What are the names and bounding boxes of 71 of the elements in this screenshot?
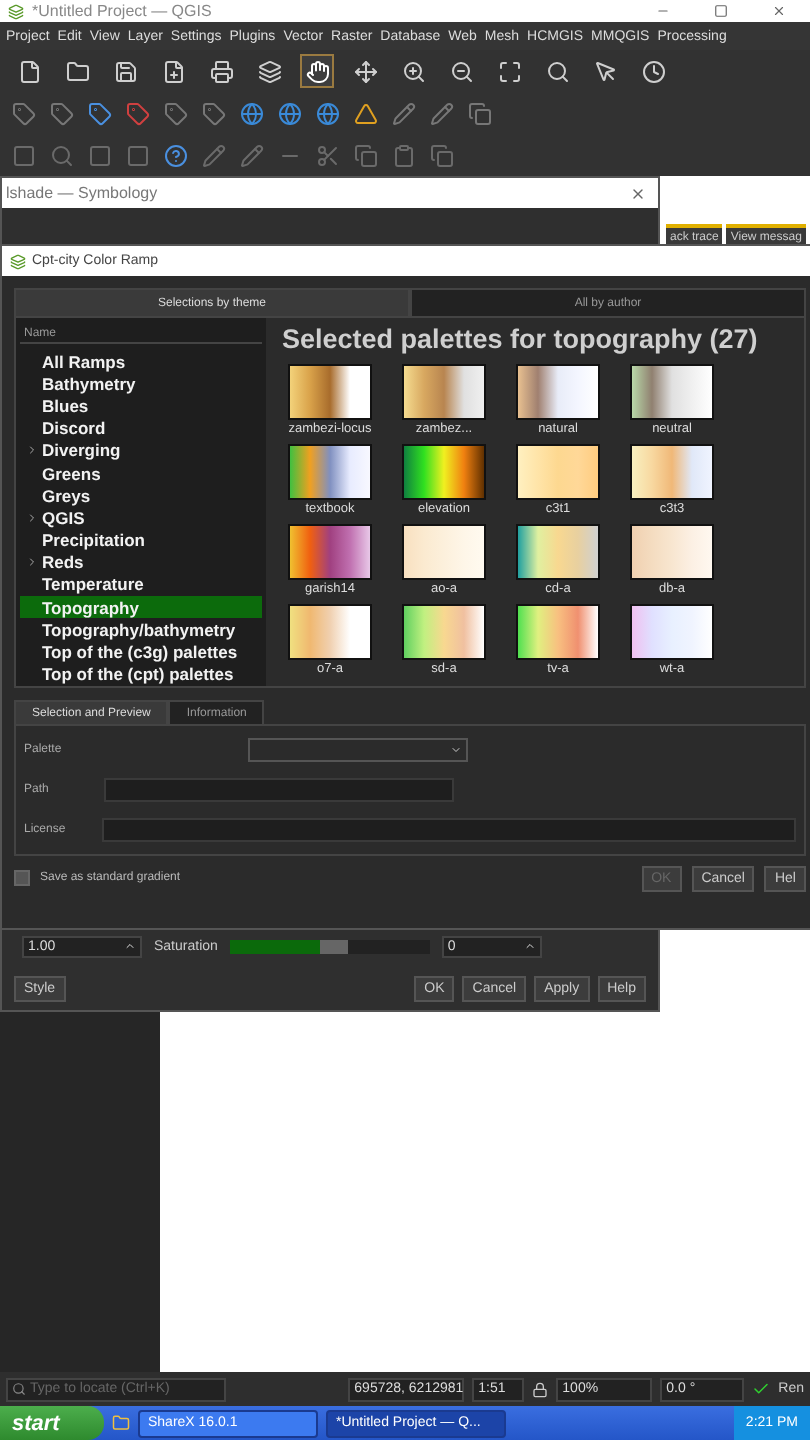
triangle-icon[interactable] (354, 101, 378, 125)
lock-icon[interactable] (532, 1381, 549, 1397)
close-icon[interactable] (772, 4, 786, 18)
pencil-icon[interactable] (202, 143, 226, 167)
document-icon (17, 59, 41, 83)
copy-icon[interactable] (430, 143, 454, 167)
label-icon[interactable] (12, 101, 36, 125)
folder-icon[interactable] (112, 1414, 130, 1432)
square-icon[interactable] (126, 143, 150, 167)
input-field[interactable] (101, 818, 796, 842)
saturation-slider[interactable] (229, 939, 430, 953)
search-icon (545, 59, 569, 83)
layers-icon (257, 59, 281, 83)
pencil-icon[interactable] (240, 143, 264, 167)
hand-icon (305, 59, 329, 83)
tree-item[interactable]: Blues (20, 394, 262, 418)
zoom-out-icon (449, 59, 473, 83)
tree-item[interactable]: Greens (20, 461, 262, 485)
tree-item[interactable]: Discord (20, 417, 262, 440)
tool-button[interactable] (300, 54, 334, 88)
expand-icon (497, 59, 521, 83)
tree-item[interactable]: Topography (20, 596, 262, 619)
label-icon[interactable] (202, 101, 226, 125)
window-title: *Untitled Project — QGIS (32, 2, 214, 20)
square-icon[interactable] (12, 143, 36, 167)
move-icon (353, 59, 377, 83)
qgis-icon (8, 3, 24, 19)
tree-item[interactable]: Reds (20, 551, 262, 574)
scissors-icon[interactable] (316, 143, 340, 167)
tree-item[interactable]: Top of the (cpt) palettes (20, 663, 262, 686)
new-file-icon (161, 59, 185, 83)
tree-item[interactable]: Topography/bathymetry (20, 618, 262, 641)
printer-icon (209, 59, 233, 83)
qgis-icon (10, 253, 26, 269)
maximize-icon[interactable] (714, 4, 728, 18)
close-icon[interactable] (630, 185, 646, 201)
search-icon[interactable] (50, 143, 74, 167)
input-field[interactable] (104, 778, 454, 802)
tree-item[interactable]: Bathymetry (20, 372, 262, 395)
pencil-icon[interactable] (430, 101, 454, 125)
globe-icon[interactable] (240, 101, 264, 125)
clipboard-icon[interactable] (392, 143, 416, 167)
tree-item[interactable]: Temperature (20, 573, 262, 597)
checkbox[interactable] (14, 870, 30, 886)
globe-icon[interactable] (278, 101, 302, 125)
copy-icon[interactable] (354, 143, 378, 167)
start-button[interactable]: start (0, 1406, 104, 1440)
tree-item[interactable]: Greys (20, 484, 262, 507)
label-icon[interactable] (126, 101, 150, 125)
palettes-heading: Selected palettes for topography (27) (282, 324, 760, 354)
check-icon[interactable] (752, 1380, 771, 1398)
pointer-icon (593, 59, 617, 83)
square-icon[interactable] (88, 143, 112, 167)
label-icon[interactable] (50, 101, 74, 125)
clock-icon (641, 59, 665, 83)
tree-item[interactable]: QGIS (20, 506, 262, 529)
slider-handle[interactable] (319, 939, 348, 953)
zoom-in-icon (401, 59, 425, 83)
search-icon (12, 1382, 26, 1396)
tree-item[interactable]: Precipitation (20, 529, 262, 552)
label-icon[interactable] (88, 101, 112, 125)
tree-item[interactable]: Diverging (20, 439, 262, 462)
globe-icon[interactable] (316, 101, 340, 125)
label-icon[interactable] (164, 101, 188, 125)
copy-icon[interactable] (468, 101, 492, 125)
folder-icon (65, 59, 89, 83)
dialog-title: lshade — Symbology (6, 184, 158, 202)
tree-item[interactable]: Top of the (c3g) palettes (20, 640, 262, 664)
help-icon[interactable] (164, 143, 188, 167)
pencil-icon[interactable] (392, 101, 416, 125)
tree-item[interactable]: All Ramps (20, 350, 262, 373)
